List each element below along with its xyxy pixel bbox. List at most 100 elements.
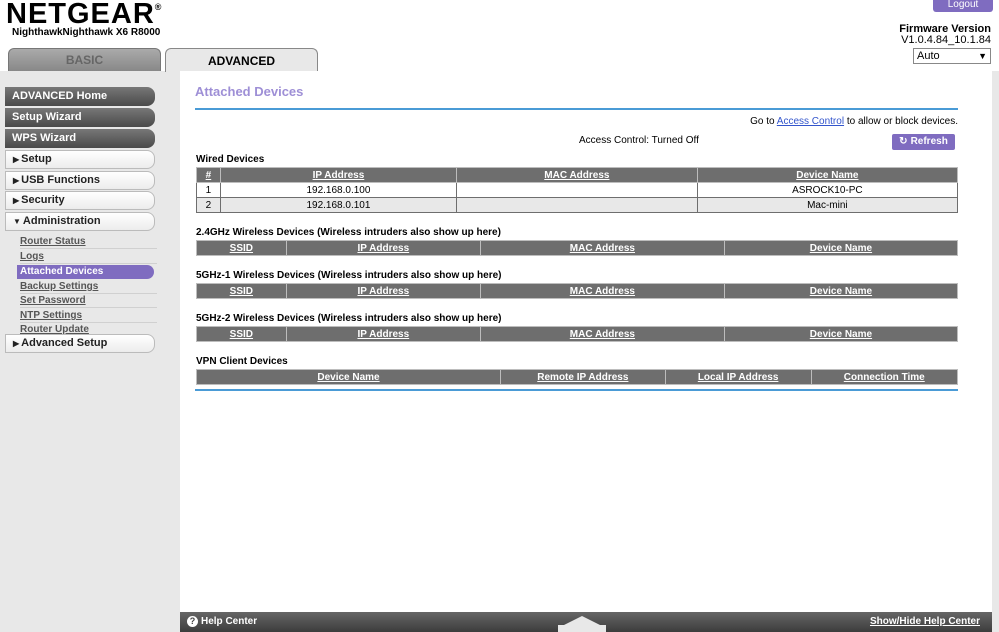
nav-advanced-setup-label: Advanced Setup bbox=[21, 337, 108, 349]
language-select-value: Auto bbox=[917, 50, 940, 62]
help-center-label: Help Center bbox=[201, 616, 258, 627]
nav-usb-functions-label: USB Functions bbox=[21, 174, 100, 186]
language-select[interactable]: Auto ▼ bbox=[913, 48, 991, 64]
col-remote-ip[interactable]: Remote IP Address bbox=[500, 369, 666, 385]
col-device-name[interactable]: Device Name bbox=[723, 326, 959, 342]
col-device-name[interactable]: Device Name bbox=[723, 240, 959, 256]
triangle-down-icon: ▼ bbox=[13, 217, 21, 226]
col-number[interactable]: # bbox=[196, 167, 221, 183]
vpn-client-table: Device Name Remote IP Address Local IP A… bbox=[196, 369, 959, 385]
col-mac-address[interactable]: MAC Address bbox=[479, 240, 725, 256]
refresh-button[interactable]: ↻ Refresh bbox=[892, 134, 955, 150]
col-local-ip[interactable]: Local IP Address bbox=[664, 369, 812, 385]
triangle-right-icon: ▶ bbox=[13, 196, 20, 205]
header: NETGEAR® NighthawkNighthawk X6 R8000 Log… bbox=[0, 0, 999, 72]
nav-setup[interactable]: ▶ Setup bbox=[5, 150, 155, 169]
table-header-row: SSID IP Address MAC Address Device Name bbox=[196, 240, 959, 256]
registered-mark: ® bbox=[154, 2, 163, 12]
access-control-status: Access Control: Turned Off bbox=[579, 135, 699, 146]
access-control-link[interactable]: Access Control bbox=[777, 116, 844, 127]
nav-security-label: Security bbox=[21, 194, 65, 206]
cell-ip: 192.168.0.101 bbox=[219, 197, 458, 213]
bottom-divider bbox=[195, 389, 958, 391]
refresh-label: Refresh bbox=[910, 136, 948, 147]
col-mac-address[interactable]: MAC Address bbox=[456, 167, 698, 183]
wireless-5-1-title: 5GHz-1 Wireless Devices (Wireless intrud… bbox=[196, 270, 502, 281]
nav-advanced-setup[interactable]: ▶ Advanced Setup bbox=[5, 334, 155, 353]
col-device-name[interactable]: Device Name bbox=[696, 167, 959, 183]
cell-number: 1 bbox=[196, 182, 221, 198]
nav-usb-functions[interactable]: ▶ USB Functions bbox=[5, 171, 155, 190]
triangle-right-icon: ▶ bbox=[13, 339, 20, 348]
firmware-version: V1.0.4.84_10.1.84 bbox=[901, 34, 991, 46]
cell-device-name: ASROCK10-PC bbox=[696, 182, 959, 198]
goto-suffix: to allow or block devices. bbox=[846, 116, 958, 127]
table-header-row: SSID IP Address MAC Address Device Name bbox=[196, 283, 959, 299]
col-ssid[interactable]: SSID bbox=[196, 240, 287, 256]
col-ssid[interactable]: SSID bbox=[196, 283, 287, 299]
wired-devices-title: Wired Devices bbox=[196, 154, 265, 165]
help-icon: ? bbox=[187, 616, 198, 627]
col-ip-address[interactable]: IP Address bbox=[285, 283, 481, 299]
triangle-right-icon: ▶ bbox=[13, 176, 20, 185]
col-connection-time[interactable]: Connection Time bbox=[810, 369, 959, 385]
cell-mac bbox=[456, 197, 698, 213]
sidebar-item-backup-settings[interactable]: Backup Settings bbox=[20, 280, 157, 294]
col-mac-address[interactable]: MAC Address bbox=[479, 283, 725, 299]
goto-prefix: Go to bbox=[750, 116, 775, 127]
access-control-hint: Go to Access Control to allow or block d… bbox=[750, 116, 958, 127]
sidebar-item-attached-devices[interactable]: Attached Devices bbox=[17, 265, 154, 279]
wireless-24-title: 2.4GHz Wireless Devices (Wireless intrud… bbox=[196, 227, 501, 238]
cell-number: 2 bbox=[196, 197, 221, 213]
table-header-row: SSID IP Address MAC Address Device Name bbox=[196, 326, 959, 342]
wireless-24-table: SSID IP Address MAC Address Device Name bbox=[196, 240, 959, 256]
router-model: NighthawkNighthawk X6 R8000 bbox=[12, 27, 161, 38]
show-hide-help-link[interactable]: Show/Hide Help Center bbox=[870, 616, 980, 627]
table-header-row: Device Name Remote IP Address Local IP A… bbox=[196, 369, 959, 385]
footer-tab-base bbox=[558, 625, 606, 632]
chevron-down-icon: ▼ bbox=[978, 51, 987, 61]
table-header-row: # IP Address MAC Address Device Name bbox=[196, 167, 959, 183]
table-row: 2 192.168.0.101 Mac-mini bbox=[196, 197, 959, 213]
nav-setup-label: Setup bbox=[21, 153, 52, 165]
wired-devices-table: # IP Address MAC Address Device Name 1 1… bbox=[196, 167, 959, 213]
nav-advanced-home[interactable]: ADVANCED Home bbox=[5, 87, 155, 106]
col-device-name[interactable]: Device Name bbox=[196, 369, 501, 385]
sidebar: ADVANCED Home Setup Wizard WPS Wizard ▶ S… bbox=[0, 71, 180, 632]
refresh-icon: ↻ bbox=[899, 136, 908, 147]
cell-ip: 192.168.0.100 bbox=[219, 182, 458, 198]
logout-button[interactable]: Logout bbox=[933, 0, 993, 12]
wireless-5-2-table: SSID IP Address MAC Address Device Name bbox=[196, 326, 959, 342]
tab-advanced[interactable]: ADVANCED bbox=[165, 48, 318, 72]
col-ip-address[interactable]: IP Address bbox=[219, 167, 458, 183]
col-ip-address[interactable]: IP Address bbox=[285, 326, 481, 342]
title-divider bbox=[195, 108, 958, 110]
col-ip-address[interactable]: IP Address bbox=[285, 240, 481, 256]
tab-basic[interactable]: BASIC bbox=[8, 48, 161, 71]
table-row: 1 192.168.0.100 ASROCK10-PC bbox=[196, 182, 959, 198]
vpn-client-title: VPN Client Devices bbox=[196, 356, 288, 367]
triangle-right-icon: ▶ bbox=[13, 155, 20, 164]
main-content: Attached Devices Go to Access Control to… bbox=[180, 71, 992, 612]
nav-security[interactable]: ▶ Security bbox=[5, 191, 155, 210]
wireless-5-2-title: 5GHz-2 Wireless Devices (Wireless intrud… bbox=[196, 313, 502, 324]
help-footer-bar: ? Help Center Show/Hide Help Center bbox=[180, 612, 992, 632]
col-device-name[interactable]: Device Name bbox=[723, 283, 959, 299]
sidebar-item-set-password[interactable]: Set Password bbox=[20, 294, 157, 308]
nav-administration[interactable]: ▼ Administration bbox=[5, 212, 155, 231]
help-center-button[interactable]: ? Help Center bbox=[187, 616, 257, 627]
cell-mac bbox=[456, 182, 698, 198]
expand-help-arrow-icon[interactable] bbox=[564, 616, 600, 625]
sidebar-item-router-status[interactable]: Router Status bbox=[20, 235, 157, 249]
cell-device-name: Mac-mini bbox=[696, 197, 959, 213]
nav-setup-wizard[interactable]: Setup Wizard bbox=[5, 108, 155, 127]
col-mac-address[interactable]: MAC Address bbox=[479, 326, 725, 342]
col-ssid[interactable]: SSID bbox=[196, 326, 287, 342]
brand-text: NETGEAR bbox=[6, 0, 155, 30]
sidebar-item-ntp-settings[interactable]: NTP Settings bbox=[20, 309, 157, 323]
nav-administration-label: Administration bbox=[22, 215, 101, 227]
page-title: Attached Devices bbox=[195, 84, 304, 99]
sidebar-item-logs[interactable]: Logs bbox=[20, 250, 157, 264]
nav-wps-wizard[interactable]: WPS Wizard bbox=[5, 129, 155, 148]
wireless-5-1-table: SSID IP Address MAC Address Device Name bbox=[196, 283, 959, 299]
